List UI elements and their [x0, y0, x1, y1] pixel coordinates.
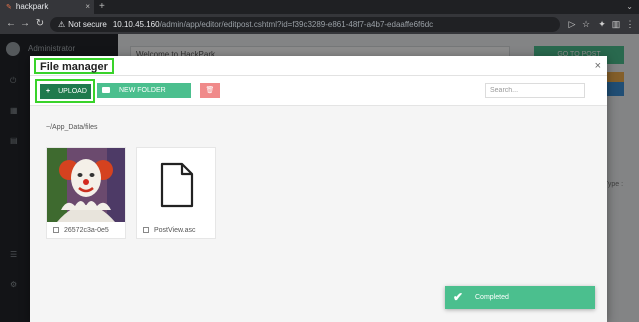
- window-controls-icon[interactable]: ⌄: [626, 0, 633, 14]
- forward-icon[interactable]: →: [18, 17, 32, 31]
- send-icon[interactable]: ▷: [566, 17, 578, 31]
- warning-icon: ⚠: [58, 20, 66, 29]
- upload-button[interactable]: + UPLOAD: [40, 84, 91, 99]
- browser-tabstrip: ✎ hackpark × + ⌄: [0, 0, 639, 14]
- upload-highlight: + UPLOAD: [35, 79, 95, 103]
- browser-tab[interactable]: ✎ hackpark ×: [0, 0, 94, 14]
- url-host: 10.10.45.160: [112, 20, 160, 29]
- trash-icon: 🗑: [205, 87, 215, 94]
- menu-icon[interactable]: ⋮: [624, 17, 636, 31]
- file-checkbox[interactable]: [53, 227, 59, 233]
- address-bar[interactable]: ⚠ Not secure 10.10.45.160/admin/app/editor…: [50, 17, 560, 32]
- site-favicon-icon: ✎: [6, 4, 12, 11]
- reload-icon[interactable]: ↻: [33, 17, 47, 31]
- tab-title: hackpark: [15, 2, 49, 11]
- file-name: 26572c3a-0e5: [64, 227, 109, 234]
- document-icon: [137, 148, 215, 222]
- toast-notification: ✔ Completed: [445, 286, 595, 309]
- upload-label: UPLOAD: [58, 88, 87, 95]
- file-manager-modal: File manager × + UPLOAD NEW FOLDER 🗑 ~/Ap…: [30, 56, 607, 322]
- folder-icon: [102, 87, 110, 93]
- modal-title: File manager: [34, 58, 114, 74]
- modal-header: File manager ×: [30, 56, 607, 76]
- close-icon[interactable]: ×: [595, 59, 601, 73]
- not-secure-label: Not secure: [68, 20, 107, 29]
- breadcrumb: ~/App_Data/files: [46, 124, 98, 131]
- delete-button[interactable]: 🗑: [200, 83, 220, 98]
- file-item[interactable]: 26572c3a-0e5: [46, 147, 126, 239]
- plus-icon: +: [46, 88, 51, 95]
- check-icon: ✔: [453, 290, 464, 304]
- back-icon[interactable]: ←: [4, 17, 18, 31]
- extensions-puzzle-icon[interactable]: ✦: [596, 17, 608, 31]
- file-footer: 26572c3a-0e5: [47, 224, 125, 238]
- tab-close-icon[interactable]: ×: [85, 0, 90, 14]
- toast-message: Completed: [475, 294, 509, 301]
- new-folder-button[interactable]: NEW FOLDER: [97, 83, 191, 98]
- browser-toolbar: ← → ↻ ⚠ Not secure 10.10.45.160/admin/app/…: [0, 14, 639, 34]
- file-item[interactable]: PostView.asc: [136, 147, 216, 239]
- url-path: /admin/app/editor/editpost.cshtml?id=f39…: [159, 20, 434, 29]
- file-name: PostView.asc: [154, 227, 196, 234]
- sidebar-icon[interactable]: ▥: [610, 17, 622, 31]
- file-footer: PostView.asc: [137, 224, 215, 238]
- search-input[interactable]: [485, 83, 585, 98]
- bookmark-star-icon[interactable]: ☆: [580, 17, 592, 31]
- file-manager-toolbar: + UPLOAD NEW FOLDER 🗑: [30, 76, 607, 106]
- file-checkbox[interactable]: [143, 227, 149, 233]
- image-thumbnail: [47, 148, 125, 222]
- new-tab-icon[interactable]: +: [99, 0, 105, 14]
- new-folder-label: NEW FOLDER: [119, 87, 166, 94]
